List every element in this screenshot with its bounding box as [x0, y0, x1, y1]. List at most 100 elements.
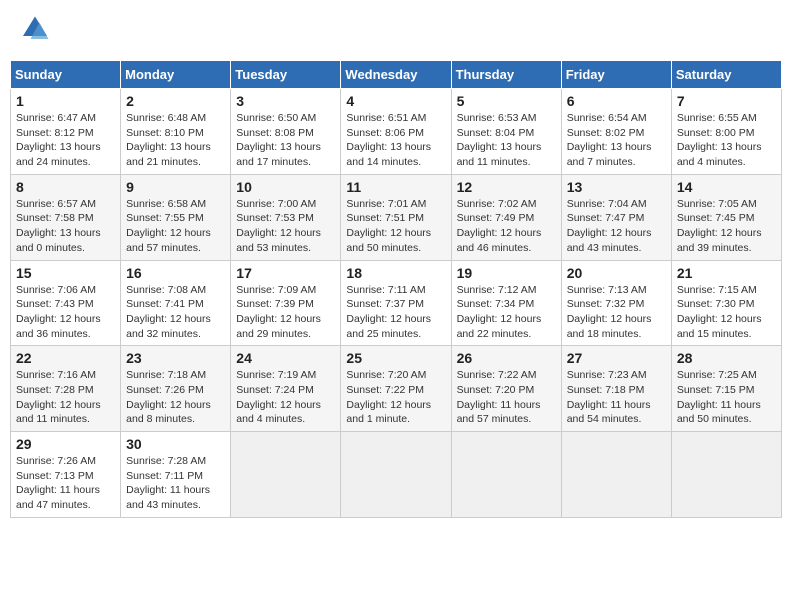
calendar-day-cell: 8 Sunrise: 6:57 AMSunset: 7:58 PMDaylight… [11, 174, 121, 260]
calendar-day-cell: 14 Sunrise: 7:05 AMSunset: 7:45 PMDayligh… [671, 174, 781, 260]
calendar-day-cell: 1 Sunrise: 6:47 AMSunset: 8:12 PMDaylight… [11, 89, 121, 175]
calendar-day-cell: 24Sunrise: 7:19 AMSunset: 7:24 PMDayligh… [231, 346, 341, 432]
day-info: Sunrise: 7:09 AMSunset: 7:39 PMDaylight:… [236, 283, 335, 342]
day-number: 6 [567, 93, 666, 109]
page-header [10, 10, 782, 50]
day-info: Sunrise: 6:50 AMSunset: 8:08 PMDaylight:… [236, 111, 335, 170]
day-number: 26 [457, 350, 556, 366]
day-number: 14 [677, 179, 776, 195]
calendar-day-cell [671, 432, 781, 518]
calendar-week-row: 29 Sunrise: 7:26 AMSunset: 7:13 PMDayligh… [11, 432, 782, 518]
day-number: 21 [677, 265, 776, 281]
calendar-day-cell: 22 Sunrise: 7:16 AMSunset: 7:28 PMDayligh… [11, 346, 121, 432]
weekday-header: Monday [121, 61, 231, 89]
day-number: 18 [346, 265, 445, 281]
calendar-day-cell: 15 Sunrise: 7:06 AMSunset: 7:43 PMDayligh… [11, 260, 121, 346]
day-info: Sunrise: 7:06 AMSunset: 7:43 PMDaylight:… [16, 283, 115, 342]
day-number: 24 [236, 350, 335, 366]
day-info: Sunrise: 6:58 AMSunset: 7:55 PMDaylight:… [126, 197, 225, 256]
weekday-header: Saturday [671, 61, 781, 89]
logo [20, 15, 54, 45]
day-number: 12 [457, 179, 556, 195]
weekday-header: Friday [561, 61, 671, 89]
weekday-header: Sunday [11, 61, 121, 89]
day-info: Sunrise: 7:13 AMSunset: 7:32 PMDaylight:… [567, 283, 666, 342]
day-info: Sunrise: 7:18 AMSunset: 7:26 PMDaylight:… [126, 368, 225, 427]
weekday-header: Thursday [451, 61, 561, 89]
day-info: Sunrise: 7:26 AMSunset: 7:13 PMDaylight:… [16, 454, 115, 513]
day-number: 8 [16, 179, 115, 195]
calendar-day-cell: 3 Sunrise: 6:50 AMSunset: 8:08 PMDaylight… [231, 89, 341, 175]
calendar-day-cell: 7Sunrise: 6:55 AMSunset: 8:00 PMDaylight… [671, 89, 781, 175]
calendar-week-row: 15 Sunrise: 7:06 AMSunset: 7:43 PMDayligh… [11, 260, 782, 346]
day-number: 13 [567, 179, 666, 195]
day-info: Sunrise: 7:05 AMSunset: 7:45 PMDaylight:… [677, 197, 776, 256]
calendar-day-cell: 9 Sunrise: 6:58 AMSunset: 7:55 PMDaylight… [121, 174, 231, 260]
day-info: Sunrise: 7:15 AMSunset: 7:30 PMDaylight:… [677, 283, 776, 342]
calendar-day-cell: 13 Sunrise: 7:04 AMSunset: 7:47 PMDayligh… [561, 174, 671, 260]
calendar-day-cell: 17Sunrise: 7:09 AMSunset: 7:39 PMDayligh… [231, 260, 341, 346]
calendar-day-cell: 4Sunrise: 6:51 AMSunset: 8:06 PMDaylight… [341, 89, 451, 175]
day-info: Sunrise: 7:02 AMSunset: 7:49 PMDaylight:… [457, 197, 556, 256]
day-number: 30 [126, 436, 225, 452]
calendar-day-cell: 30 Sunrise: 7:28 AMSunset: 7:11 PMDayligh… [121, 432, 231, 518]
calendar-day-cell: 21 Sunrise: 7:15 AMSunset: 7:30 PMDayligh… [671, 260, 781, 346]
calendar-week-row: 22 Sunrise: 7:16 AMSunset: 7:28 PMDayligh… [11, 346, 782, 432]
day-info: Sunrise: 6:51 AMSunset: 8:06 PMDaylight:… [346, 111, 445, 170]
calendar-day-cell: 11Sunrise: 7:01 AMSunset: 7:51 PMDayligh… [341, 174, 451, 260]
day-number: 7 [677, 93, 776, 109]
day-info: Sunrise: 6:54 AMSunset: 8:02 PMDaylight:… [567, 111, 666, 170]
calendar-day-cell: 25Sunrise: 7:20 AMSunset: 7:22 PMDayligh… [341, 346, 451, 432]
day-info: Sunrise: 7:11 AMSunset: 7:37 PMDaylight:… [346, 283, 445, 342]
day-info: Sunrise: 7:08 AMSunset: 7:41 PMDaylight:… [126, 283, 225, 342]
calendar-table: SundayMondayTuesdayWednesdayThursdayFrid… [10, 60, 782, 518]
day-number: 29 [16, 436, 115, 452]
day-number: 19 [457, 265, 556, 281]
day-info: Sunrise: 7:16 AMSunset: 7:28 PMDaylight:… [16, 368, 115, 427]
day-number: 11 [346, 179, 445, 195]
day-info: Sunrise: 6:48 AMSunset: 8:10 PMDaylight:… [126, 111, 225, 170]
calendar-day-cell [561, 432, 671, 518]
calendar-day-cell: 2Sunrise: 6:48 AMSunset: 8:10 PMDaylight… [121, 89, 231, 175]
day-number: 10 [236, 179, 335, 195]
day-info: Sunrise: 6:57 AMSunset: 7:58 PMDaylight:… [16, 197, 115, 256]
calendar-day-cell: 26 Sunrise: 7:22 AMSunset: 7:20 PMDayligh… [451, 346, 561, 432]
calendar-week-row: 8 Sunrise: 6:57 AMSunset: 7:58 PMDaylight… [11, 174, 782, 260]
calendar-day-cell: 16 Sunrise: 7:08 AMSunset: 7:41 PMDayligh… [121, 260, 231, 346]
day-info: Sunrise: 7:00 AMSunset: 7:53 PMDaylight:… [236, 197, 335, 256]
calendar-day-cell: 12 Sunrise: 7:02 AMSunset: 7:49 PMDayligh… [451, 174, 561, 260]
day-number: 9 [126, 179, 225, 195]
day-info: Sunrise: 7:25 AMSunset: 7:15 PMDaylight:… [677, 368, 776, 427]
day-info: Sunrise: 6:47 AMSunset: 8:12 PMDaylight:… [16, 111, 115, 170]
calendar-day-cell: 29 Sunrise: 7:26 AMSunset: 7:13 PMDayligh… [11, 432, 121, 518]
day-number: 16 [126, 265, 225, 281]
day-number: 27 [567, 350, 666, 366]
day-number: 3 [236, 93, 335, 109]
day-info: Sunrise: 6:53 AMSunset: 8:04 PMDaylight:… [457, 111, 556, 170]
day-info: Sunrise: 7:28 AMSunset: 7:11 PMDaylight:… [126, 454, 225, 513]
calendar-day-cell: 5 Sunrise: 6:53 AMSunset: 8:04 PMDaylight… [451, 89, 561, 175]
day-number: 1 [16, 93, 115, 109]
calendar-day-cell [451, 432, 561, 518]
calendar-day-cell: 19 Sunrise: 7:12 AMSunset: 7:34 PMDayligh… [451, 260, 561, 346]
calendar-day-cell: 6 Sunrise: 6:54 AMSunset: 8:02 PMDaylight… [561, 89, 671, 175]
calendar-day-cell: 18 Sunrise: 7:11 AMSunset: 7:37 PMDayligh… [341, 260, 451, 346]
calendar-day-cell: 10 Sunrise: 7:00 AMSunset: 7:53 PMDayligh… [231, 174, 341, 260]
calendar-day-cell: 23 Sunrise: 7:18 AMSunset: 7:26 PMDayligh… [121, 346, 231, 432]
day-info: Sunrise: 7:22 AMSunset: 7:20 PMDaylight:… [457, 368, 556, 427]
day-number: 22 [16, 350, 115, 366]
day-number: 5 [457, 93, 556, 109]
calendar-day-cell [341, 432, 451, 518]
day-number: 23 [126, 350, 225, 366]
day-info: Sunrise: 7:04 AMSunset: 7:47 PMDaylight:… [567, 197, 666, 256]
day-number: 25 [346, 350, 445, 366]
calendar-day-cell: 28 Sunrise: 7:25 AMSunset: 7:15 PMDayligh… [671, 346, 781, 432]
day-number: 20 [567, 265, 666, 281]
calendar-header-row: SundayMondayTuesdayWednesdayThursdayFrid… [11, 61, 782, 89]
weekday-header: Wednesday [341, 61, 451, 89]
calendar-day-cell: 20 Sunrise: 7:13 AMSunset: 7:32 PMDayligh… [561, 260, 671, 346]
day-number: 28 [677, 350, 776, 366]
calendar-day-cell [231, 432, 341, 518]
day-info: Sunrise: 7:12 AMSunset: 7:34 PMDaylight:… [457, 283, 556, 342]
day-number: 15 [16, 265, 115, 281]
